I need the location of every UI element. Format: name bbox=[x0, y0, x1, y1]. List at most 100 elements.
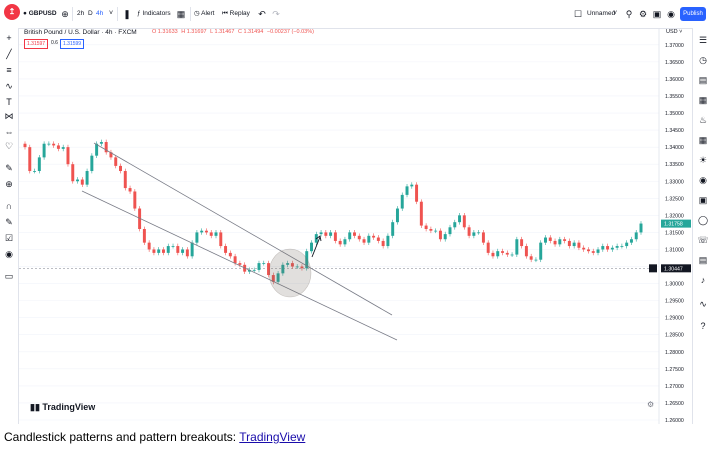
chat-icon[interactable]: ▣ bbox=[696, 194, 710, 206]
indicators-button[interactable]: ƒ Indicators bbox=[137, 7, 171, 21]
pulse-icon[interactable]: ∿ bbox=[696, 298, 710, 310]
symbol-search[interactable]: ● GBPUSD bbox=[23, 7, 57, 21]
tradingview-logo-icon[interactable]: ↥ bbox=[4, 4, 20, 20]
high-value: H 1.31697 bbox=[181, 29, 207, 35]
help-icon[interactable]: ? bbox=[696, 320, 710, 332]
measure-icon[interactable]: ⋈ bbox=[2, 110, 16, 122]
messages-icon[interactable]: ▤ bbox=[696, 254, 710, 266]
publish-button[interactable]: Publish bbox=[680, 7, 706, 21]
price-tick-label: 1.32500 bbox=[665, 196, 684, 202]
trendline-icon[interactable]: ╱ bbox=[2, 48, 16, 60]
alerts-icon[interactable]: ◷ bbox=[696, 54, 710, 66]
heart-icon[interactable]: ♡ bbox=[2, 140, 16, 152]
alert-button[interactable]: ◷ Alert bbox=[194, 7, 215, 21]
candle-body bbox=[458, 215, 462, 223]
news-icon[interactable]: ▤ bbox=[696, 74, 710, 86]
tradingview-watermark: ▮▮ TradingView bbox=[30, 402, 96, 412]
price-tick-label: 1.26500 bbox=[665, 401, 684, 407]
candle-body bbox=[195, 232, 199, 243]
price-tick-label: 1.28500 bbox=[665, 333, 684, 339]
top-toolbar: ↥ ● GBPUSD ⊕ 2h D 4h ˅ ❚ ƒ Indicators ▦ … bbox=[0, 0, 712, 29]
candle-body bbox=[467, 227, 471, 236]
magnet-icon[interactable]: ∩ bbox=[2, 200, 16, 212]
candle-body bbox=[353, 232, 356, 236]
divider bbox=[117, 7, 118, 21]
ideas-stream-icon[interactable]: ◯ bbox=[696, 214, 710, 226]
left-drawing-toolbar: + ╱ ≡ ∿ T ⋈ ⇔ ♡ ✎ ⊕ ∩ ✎ ☑ ◉ ▭ bbox=[0, 28, 19, 424]
crosshair-icon[interactable]: + bbox=[2, 32, 16, 44]
candle-body bbox=[438, 230, 442, 240]
candle-body bbox=[119, 165, 122, 172]
candle-body bbox=[85, 171, 89, 185]
timeframe-button[interactable]: 4h bbox=[96, 7, 103, 21]
ruler-icon[interactable]: ✎ bbox=[2, 162, 16, 174]
interval-button[interactable]: 2h bbox=[77, 7, 84, 21]
eye-icon[interactable]: ◉ bbox=[2, 248, 16, 260]
zoom-icon[interactable]: ⊕ bbox=[2, 178, 16, 190]
undo-icon[interactable]: ↶ bbox=[255, 7, 269, 21]
spread-value: 0.6 bbox=[51, 40, 58, 46]
price-chart[interactable]: 1.37000 1.36500 1.36000 1.35500 1.35000 1.345… bbox=[19, 28, 692, 424]
candle-body bbox=[52, 143, 56, 146]
candle-body bbox=[310, 242, 313, 252]
replay-icon: ⏮ bbox=[222, 10, 228, 17]
compare-icon[interactable]: ⊕ bbox=[58, 7, 72, 21]
daily-interval-button[interactable]: D bbox=[88, 7, 93, 21]
candle-body bbox=[185, 249, 189, 257]
lock-drawings-icon[interactable]: ✎ bbox=[2, 216, 16, 228]
redo-icon[interactable]: ↷ bbox=[269, 7, 283, 21]
settings-icon[interactable]: ⚙ bbox=[647, 400, 654, 409]
streams-icon[interactable]: ◉ bbox=[696, 174, 710, 186]
candle-body bbox=[176, 246, 180, 253]
trash-icon[interactable]: ▭ bbox=[2, 270, 16, 282]
fullscreen-icon[interactable]: ▣ bbox=[650, 7, 664, 21]
price-tick-label: 1.33000 bbox=[665, 179, 684, 185]
candle-body bbox=[262, 263, 266, 264]
search-icon[interactable]: ⚲ bbox=[622, 7, 636, 21]
layout-checkbox-icon[interactable]: ☐ bbox=[571, 7, 585, 21]
calendar-icon[interactable]: ▦ bbox=[696, 134, 710, 146]
candle-body bbox=[391, 222, 395, 236]
candle-body bbox=[634, 232, 638, 240]
chevron-down-icon[interactable]: ˅ bbox=[104, 7, 118, 21]
hotlist-icon[interactable]: ♨ bbox=[696, 114, 710, 126]
settings-gear-icon[interactable]: ⚙ bbox=[636, 7, 650, 21]
currency-label[interactable]: USD ˅ bbox=[666, 29, 682, 35]
buy-price-button[interactable]: 1.31599 bbox=[60, 39, 85, 49]
lock-icon[interactable]: ☑ bbox=[2, 232, 16, 244]
forecast-icon[interactable]: ⇔ bbox=[2, 126, 16, 138]
pattern-icon[interactable]: ∿ bbox=[2, 80, 16, 92]
candle-body bbox=[610, 247, 614, 250]
candle-body bbox=[362, 239, 366, 243]
candle-body bbox=[200, 230, 204, 233]
price-tick-label: 1.37000 bbox=[665, 43, 684, 49]
price-tick-label: 1.30000 bbox=[665, 282, 684, 288]
candle-body bbox=[510, 254, 514, 256]
price-tick-label: 1.35000 bbox=[665, 111, 684, 117]
data-window-icon[interactable]: ▦ bbox=[696, 94, 710, 106]
candle-body bbox=[400, 194, 404, 209]
fib-icon[interactable]: ≡ bbox=[2, 64, 16, 76]
tradingview-window: ↥ ● GBPUSD ⊕ 2h D 4h ˅ ❚ ƒ Indicators ▦ … bbox=[0, 0, 712, 424]
chevron-down-icon[interactable]: ˅ bbox=[608, 7, 622, 21]
headset-icon[interactable]: ☏ bbox=[696, 234, 710, 246]
templates-icon[interactable]: ▦ bbox=[174, 7, 188, 21]
candle-body bbox=[395, 208, 399, 223]
currency-text: USD bbox=[666, 29, 678, 35]
candle-body bbox=[252, 269, 256, 271]
caption-link[interactable]: TradingView bbox=[239, 430, 305, 444]
replay-button[interactable]: ⏮ Replay bbox=[222, 7, 250, 21]
camera-snapshot-icon[interactable]: ◉ bbox=[664, 7, 678, 21]
ideas-icon[interactable]: ☀ bbox=[696, 154, 710, 166]
candle-style-icon[interactable]: ❚ bbox=[120, 7, 134, 21]
candle-body bbox=[343, 239, 347, 245]
change-value: −0.00237 (−0.03%) bbox=[266, 29, 314, 35]
text-icon[interactable]: T bbox=[2, 96, 16, 108]
candle-body bbox=[448, 227, 452, 235]
sell-price-button[interactable]: 1.31597 bbox=[24, 39, 49, 49]
watchlist-icon[interactable]: ☰ bbox=[696, 34, 710, 46]
price-tick-label: 1.36500 bbox=[665, 60, 684, 66]
candle-body bbox=[601, 246, 605, 250]
notifications-bell-icon[interactable]: ♪ bbox=[696, 274, 710, 286]
current-price-label: 1.31758 bbox=[664, 222, 683, 228]
